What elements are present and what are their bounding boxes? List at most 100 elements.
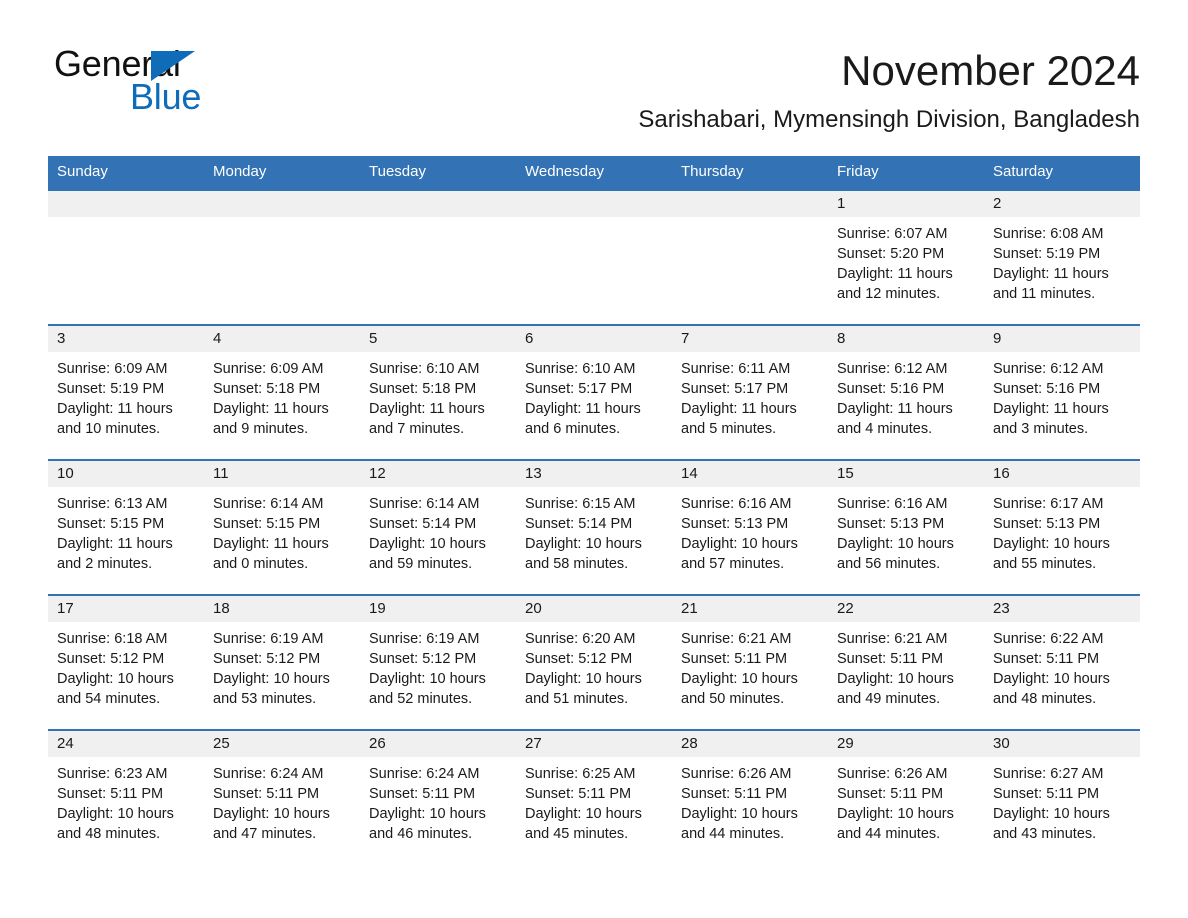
day-details: Sunrise: 6:26 AM Sunset: 5:11 PM Dayligh… [672, 757, 828, 864]
day-cell[interactable] [48, 191, 204, 324]
day-number: 22 [828, 596, 984, 622]
daylight-text-line2: and 6 minutes. [525, 421, 621, 437]
sunset-text: Sunset: 5:11 PM [993, 651, 1100, 667]
day-cell[interactable]: 29 Sunrise: 6:26 AM Sunset: 5:11 PM Dayl… [828, 731, 984, 864]
day-cell[interactable]: 20 Sunrise: 6:20 AM Sunset: 5:12 PM Dayl… [516, 596, 672, 729]
daylight-text-line2: and 11 minutes. [993, 286, 1096, 302]
sunrise-text: Sunrise: 6:08 AM [993, 226, 1104, 242]
day-number [672, 191, 828, 217]
day-number: 16 [984, 461, 1140, 487]
sunrise-text: Sunrise: 6:14 AM [369, 496, 480, 512]
daylight-text-line1: Daylight: 10 hours [57, 806, 174, 822]
daylight-text-line2: and 55 minutes. [993, 556, 1097, 572]
daylight-text-line2: and 59 minutes. [369, 556, 473, 572]
week-row: 3 Sunrise: 6:09 AM Sunset: 5:19 PM Dayli… [48, 324, 1140, 459]
day-cell[interactable]: 28 Sunrise: 6:26 AM Sunset: 5:11 PM Dayl… [672, 731, 828, 864]
daylight-text-line2: and 52 minutes. [369, 691, 473, 707]
sunrise-text: Sunrise: 6:25 AM [525, 766, 636, 782]
day-cell[interactable]: 23 Sunrise: 6:22 AM Sunset: 5:11 PM Dayl… [984, 596, 1140, 729]
day-cell[interactable]: 24 Sunrise: 6:23 AM Sunset: 5:11 PM Dayl… [48, 731, 204, 864]
daylight-text-line1: Daylight: 10 hours [837, 806, 954, 822]
day-cell[interactable]: 17 Sunrise: 6:18 AM Sunset: 5:12 PM Dayl… [48, 596, 204, 729]
daylight-text-line1: Daylight: 10 hours [681, 671, 798, 687]
weekday-header-thursday: Thursday [681, 163, 744, 180]
sunset-text: Sunset: 5:12 PM [525, 651, 633, 667]
sunset-text: Sunset: 5:13 PM [837, 516, 945, 532]
day-number: 9 [984, 326, 1140, 352]
day-details: Sunrise: 6:26 AM Sunset: 5:11 PM Dayligh… [828, 757, 984, 864]
sunset-text: Sunset: 5:11 PM [57, 786, 164, 802]
day-cell[interactable]: 8 Sunrise: 6:12 AM Sunset: 5:16 PM Dayli… [828, 326, 984, 459]
sunrise-text: Sunrise: 6:12 AM [993, 361, 1104, 377]
day-cell[interactable]: 9 Sunrise: 6:12 AM Sunset: 5:16 PM Dayli… [984, 326, 1140, 459]
day-cell[interactable]: 13 Sunrise: 6:15 AM Sunset: 5:14 PM Dayl… [516, 461, 672, 594]
day-number: 19 [360, 596, 516, 622]
page-masthead: General Blue November 2024 Sarishabari, … [48, 0, 1140, 134]
day-cell[interactable]: 11 Sunrise: 6:14 AM Sunset: 5:15 PM Dayl… [204, 461, 360, 594]
daylight-text-line1: Daylight: 10 hours [993, 671, 1110, 687]
day-cell[interactable]: 19 Sunrise: 6:19 AM Sunset: 5:12 PM Dayl… [360, 596, 516, 729]
page-title-group: November 2024 Sarishabari, Mymensingh Di… [258, 44, 1140, 134]
day-details: Sunrise: 6:18 AM Sunset: 5:12 PM Dayligh… [48, 622, 204, 729]
day-number: 2 [984, 191, 1140, 217]
weekday-header-row: Sunday Monday Tuesday Wednesday Thursday… [48, 156, 1140, 189]
daylight-text-line1: Daylight: 10 hours [369, 671, 486, 687]
daylight-text-line2: and 54 minutes. [57, 691, 161, 707]
day-number: 15 [828, 461, 984, 487]
day-cell[interactable] [672, 191, 828, 324]
day-number: 3 [48, 326, 204, 352]
weekday-header-saturday: Saturday [993, 163, 1054, 180]
day-cell[interactable]: 21 Sunrise: 6:21 AM Sunset: 5:11 PM Dayl… [672, 596, 828, 729]
weekday-header-sunday: Sunday [57, 163, 108, 180]
day-cell[interactable]: 16 Sunrise: 6:17 AM Sunset: 5:13 PM Dayl… [984, 461, 1140, 594]
daylight-text-line1: Daylight: 11 hours [369, 401, 485, 417]
day-cell[interactable]: 30 Sunrise: 6:27 AM Sunset: 5:11 PM Dayl… [984, 731, 1140, 864]
day-cell[interactable]: 6 Sunrise: 6:10 AM Sunset: 5:17 PM Dayli… [516, 326, 672, 459]
day-cell[interactable]: 25 Sunrise: 6:24 AM Sunset: 5:11 PM Dayl… [204, 731, 360, 864]
day-cell[interactable]: 10 Sunrise: 6:13 AM Sunset: 5:15 PM Dayl… [48, 461, 204, 594]
day-cell[interactable]: 15 Sunrise: 6:16 AM Sunset: 5:13 PM Dayl… [828, 461, 984, 594]
daylight-text-line1: Daylight: 10 hours [837, 536, 954, 552]
day-cell[interactable]: 14 Sunrise: 6:16 AM Sunset: 5:13 PM Dayl… [672, 461, 828, 594]
sunset-text: Sunset: 5:11 PM [369, 786, 476, 802]
day-details: Sunrise: 6:25 AM Sunset: 5:11 PM Dayligh… [516, 757, 672, 864]
daylight-text-line1: Daylight: 10 hours [213, 671, 330, 687]
sunset-text: Sunset: 5:18 PM [213, 381, 321, 397]
generalblue-logo[interactable]: General Blue [48, 44, 258, 117]
sunrise-text: Sunrise: 6:13 AM [57, 496, 168, 512]
sunrise-text: Sunrise: 6:19 AM [213, 631, 324, 647]
day-cell[interactable]: 1 Sunrise: 6:07 AM Sunset: 5:20 PM Dayli… [828, 191, 984, 324]
weekday-header-tuesday: Tuesday [369, 163, 426, 180]
month-calendar: Sunday Monday Tuesday Wednesday Thursday… [48, 156, 1140, 864]
day-details: Sunrise: 6:11 AM Sunset: 5:17 PM Dayligh… [672, 352, 828, 459]
day-cell[interactable]: 5 Sunrise: 6:10 AM Sunset: 5:18 PM Dayli… [360, 326, 516, 459]
day-cell[interactable]: 3 Sunrise: 6:09 AM Sunset: 5:19 PM Dayli… [48, 326, 204, 459]
day-cell[interactable]: 12 Sunrise: 6:14 AM Sunset: 5:14 PM Dayl… [360, 461, 516, 594]
day-number: 10 [48, 461, 204, 487]
day-cell[interactable] [360, 191, 516, 324]
day-cell[interactable]: 2 Sunrise: 6:08 AM Sunset: 5:19 PM Dayli… [984, 191, 1140, 324]
day-cell[interactable]: 4 Sunrise: 6:09 AM Sunset: 5:18 PM Dayli… [204, 326, 360, 459]
day-number: 29 [828, 731, 984, 757]
day-cell[interactable] [204, 191, 360, 324]
day-cell[interactable]: 26 Sunrise: 6:24 AM Sunset: 5:11 PM Dayl… [360, 731, 516, 864]
sunset-text: Sunset: 5:15 PM [57, 516, 165, 532]
day-details: Sunrise: 6:14 AM Sunset: 5:15 PM Dayligh… [204, 487, 360, 594]
sunset-text: Sunset: 5:11 PM [837, 786, 944, 802]
sunrise-text: Sunrise: 6:09 AM [213, 361, 324, 377]
day-cell[interactable]: 7 Sunrise: 6:11 AM Sunset: 5:17 PM Dayli… [672, 326, 828, 459]
day-number: 20 [516, 596, 672, 622]
day-cell[interactable]: 18 Sunrise: 6:19 AM Sunset: 5:12 PM Dayl… [204, 596, 360, 729]
daylight-text-line1: Daylight: 11 hours [993, 266, 1109, 282]
daylight-text-line2: and 47 minutes. [213, 826, 317, 842]
sunrise-text: Sunrise: 6:12 AM [837, 361, 948, 377]
daylight-text-line1: Daylight: 11 hours [213, 536, 329, 552]
day-number [360, 191, 516, 217]
daylight-text-line1: Daylight: 10 hours [525, 671, 642, 687]
daylight-text-line1: Daylight: 11 hours [525, 401, 641, 417]
day-details: Sunrise: 6:17 AM Sunset: 5:13 PM Dayligh… [984, 487, 1140, 594]
day-cell[interactable]: 22 Sunrise: 6:21 AM Sunset: 5:11 PM Dayl… [828, 596, 984, 729]
day-cell[interactable]: 27 Sunrise: 6:25 AM Sunset: 5:11 PM Dayl… [516, 731, 672, 864]
day-cell[interactable] [516, 191, 672, 324]
daylight-text-line1: Daylight: 10 hours [993, 536, 1110, 552]
